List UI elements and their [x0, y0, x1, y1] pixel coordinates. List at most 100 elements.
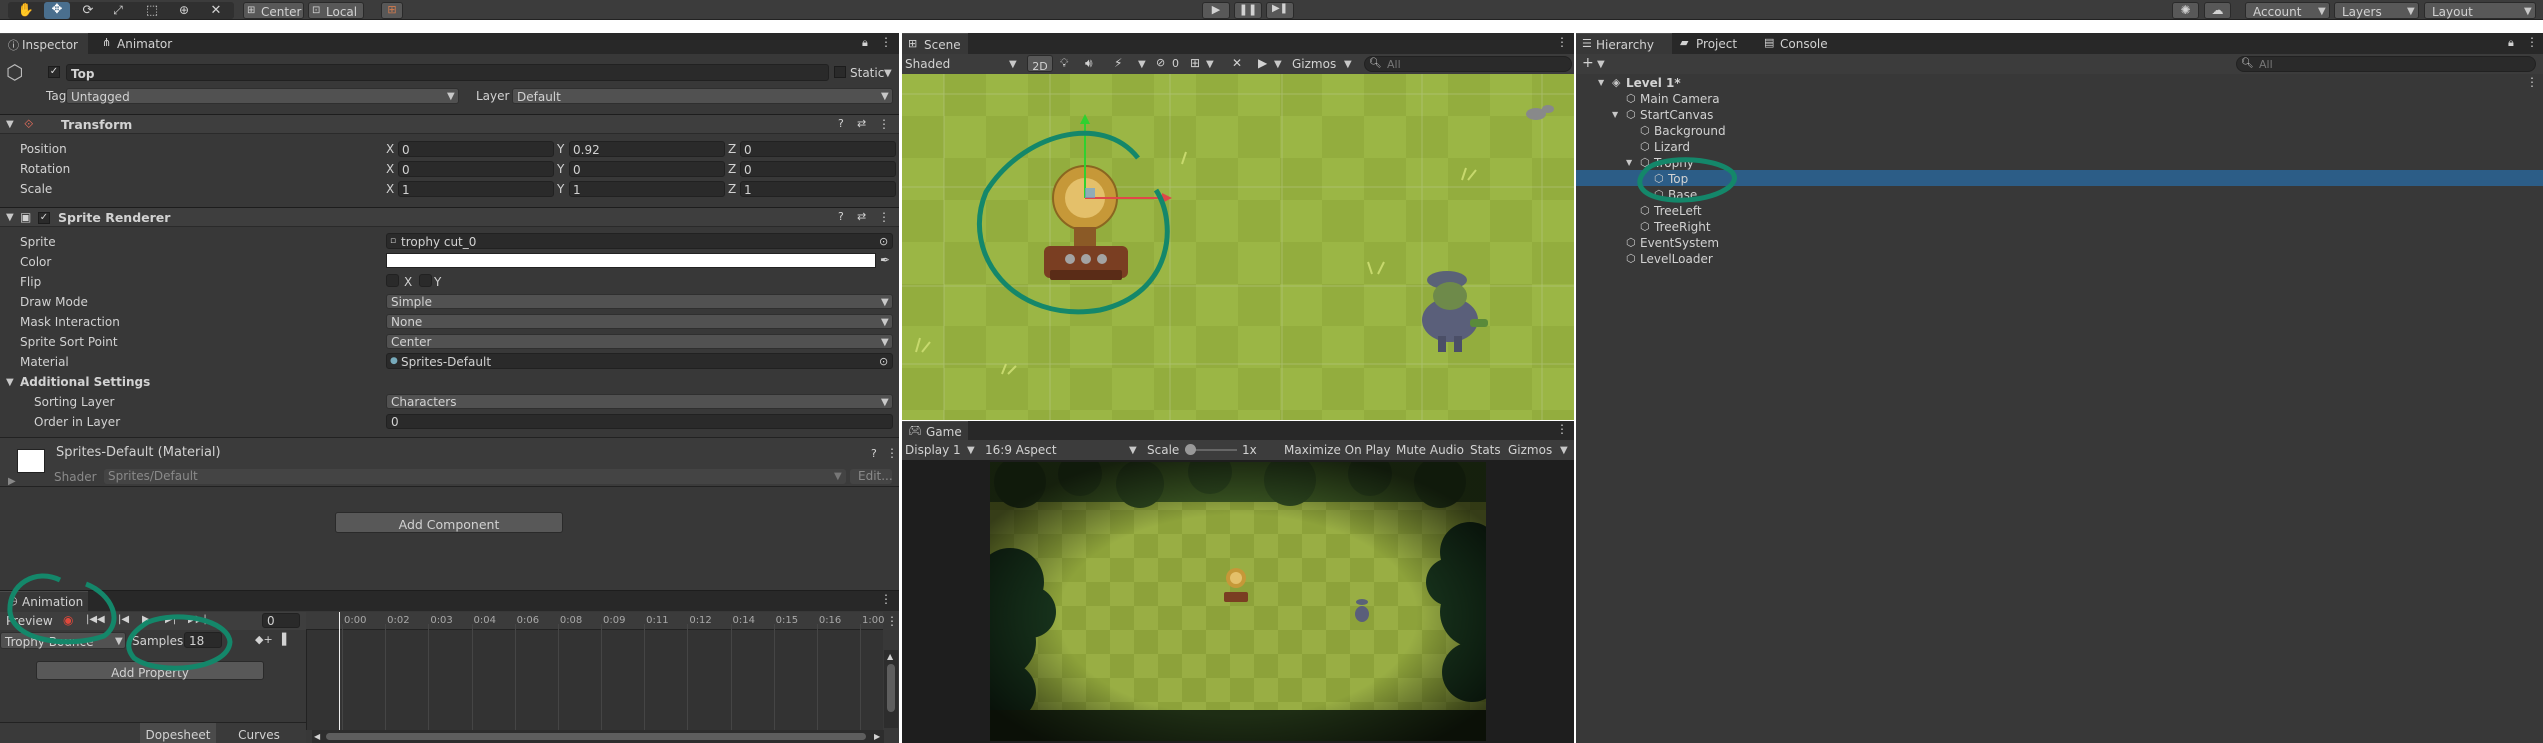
custom-tool-icon[interactable]: ✕: [204, 3, 228, 18]
chevron-down-icon[interactable]: ▼: [1274, 59, 1282, 70]
pause-button[interactable]: ❚❚: [1234, 2, 1262, 19]
transform-x-field[interactable]: 0: [398, 141, 554, 157]
move-tool-icon[interactable]: ✥: [44, 2, 70, 19]
transform-z-field[interactable]: 0: [740, 141, 896, 157]
tag-dropdown[interactable]: Untagged ▼: [66, 88, 459, 104]
more-menu-icon[interactable]: ⋮: [880, 35, 892, 49]
lock-icon[interactable]: 🔒︎: [2508, 36, 2514, 50]
hierarchy-item[interactable]: LevelLoader: [1640, 253, 1713, 265]
mask-interaction-dropdown[interactable]: None ▼: [386, 314, 893, 329]
hierarchy-item[interactable]: Main Camera: [1640, 93, 1720, 105]
sort-point-dropdown[interactable]: Center ▼: [386, 334, 893, 349]
more-menu-icon[interactable]: ⋮: [1556, 35, 1568, 49]
tab-inspector[interactable]: ⓘ Inspector: [0, 33, 88, 54]
tab-game[interactable]: 🎮︎ Game: [902, 421, 968, 440]
transform-z-field[interactable]: 0: [740, 161, 896, 177]
static-checkbox[interactable]: [834, 66, 846, 78]
transform-y-field[interactable]: 0: [569, 161, 725, 177]
mute-audio-toggle[interactable]: Mute Audio: [1396, 444, 1464, 456]
timeline-scrollbar-v[interactable]: ▲: [884, 650, 898, 728]
scroll-thumb[interactable]: [887, 664, 895, 712]
add-keyframe-icon[interactable]: ◆+: [255, 633, 273, 646]
layer-dropdown[interactable]: Default ▼: [512, 88, 893, 104]
layers-dropdown[interactable]: Layers ▼: [2334, 2, 2419, 19]
eyedropper-icon[interactable]: ✒: [880, 253, 890, 267]
foldout-arrow-icon[interactable]: ▶: [8, 476, 16, 487]
scroll-up-icon[interactable]: ▲: [887, 652, 893, 661]
foldout-arrow-icon[interactable]: ▼: [1612, 110, 1618, 119]
component-enabled-checkbox[interactable]: ✓: [38, 212, 50, 224]
game-viewport[interactable]: [990, 462, 1486, 741]
transform-header[interactable]: ▼ ⟐ Transform ? ⇄ ⋮: [0, 114, 899, 134]
timeline-scrollbar-h[interactable]: ◀ ▶: [312, 730, 884, 743]
additional-settings-label[interactable]: Additional Settings: [20, 376, 150, 388]
add-event-icon[interactable]: ▌: [282, 633, 290, 646]
scroll-thumb-h[interactable]: [326, 733, 866, 740]
help-icon[interactable]: ?: [838, 210, 844, 223]
order-in-layer-field[interactable]: 0: [386, 414, 893, 429]
color-field[interactable]: [386, 253, 876, 268]
rect-tool-icon[interactable]: ⬚: [140, 3, 164, 18]
transform-y-field[interactable]: 0.92: [569, 141, 725, 157]
hierarchy-item[interactable]: EventSystem: [1640, 237, 1719, 249]
more-menu-icon[interactable]: ⋮: [2526, 75, 2538, 89]
tab-console[interactable]: ▤ Console: [1760, 33, 1840, 54]
sprite-renderer-header[interactable]: ▼ ▣ ✓ Sprite Renderer ? ⇄ ⋮: [0, 207, 899, 227]
more-menu-icon[interactable]: ⋮: [880, 592, 892, 606]
foldout-arrow-icon[interactable]: ▼: [6, 377, 14, 388]
foldout-arrow-icon[interactable]: ▼: [6, 119, 14, 130]
stats-toggle[interactable]: Stats: [1470, 444, 1501, 456]
pivot-toggle[interactable]: ⊞ Center: [243, 2, 304, 19]
scroll-left-icon[interactable]: ◀: [314, 732, 320, 741]
object-picker-icon[interactable]: ⊙: [879, 355, 888, 368]
hierarchy-item[interactable]: Level 1*: [1626, 77, 1681, 89]
audio-icon[interactable]: 🔊︎: [1085, 56, 1093, 71]
cloud-icon[interactable]: ☁: [2204, 2, 2231, 19]
account-dropdown[interactable]: Account ▼: [2245, 2, 2330, 19]
draw-mode-dropdown[interactable]: Simple ▼: [386, 294, 893, 309]
add-component-button[interactable]: Add Component: [335, 512, 563, 533]
chevron-down-icon[interactable]: ▼: [884, 68, 892, 79]
mode-2d-toggle[interactable]: 2D: [1027, 55, 1053, 72]
scene-viewport[interactable]: [902, 74, 1574, 420]
transform-z-field[interactable]: 1: [740, 181, 896, 197]
flip-x-checkbox[interactable]: [386, 274, 399, 287]
transform-tool-icon[interactable]: ⊕: [172, 3, 196, 18]
tab-hierarchy[interactable]: ☰ Hierarchy: [1576, 33, 1672, 54]
lighting-icon[interactable]: 💡︎: [1060, 56, 1068, 71]
tab-animator[interactable]: ⋔ Animator: [92, 33, 182, 54]
gizmos-dropdown[interactable]: Gizmos ▼: [1288, 56, 1356, 72]
playhead[interactable]: [339, 612, 340, 730]
hierarchy-item[interactable]: Background: [1654, 125, 1726, 137]
shading-dropdown[interactable]: Shaded ▼: [903, 56, 1020, 72]
hierarchy-item[interactable]: TreeRight: [1654, 221, 1711, 233]
material-object-field[interactable]: ● Sprites-Default ⊙: [386, 353, 893, 369]
maximize-on-play-toggle[interactable]: Maximize On Play: [1284, 444, 1391, 456]
hierarchy-item[interactable]: StartCanvas: [1640, 109, 1713, 121]
scale-tool-icon[interactable]: ⤢: [106, 3, 130, 18]
preset-icon[interactable]: ⇄: [857, 210, 866, 223]
grid-snap-button[interactable]: ⊞: [381, 2, 403, 19]
dopesheet-tab[interactable]: Dopesheet: [140, 723, 216, 743]
foldout-arrow-icon[interactable]: ▼: [1598, 78, 1604, 87]
add-icon[interactable]: +: [1582, 55, 1594, 71]
chevron-down-icon[interactable]: ▼: [1206, 59, 1214, 70]
foldout-arrow-icon[interactable]: ▼: [6, 212, 14, 223]
more-menu-icon[interactable]: ⋮: [886, 446, 898, 460]
curves-tab[interactable]: Curves: [224, 723, 294, 743]
effects-icon[interactable]: ⚡︎: [1114, 56, 1122, 70]
hierarchy-search-input[interactable]: 🔍︎ All: [2236, 56, 2536, 72]
more-menu-icon[interactable]: ⋮: [878, 210, 890, 224]
game-gizmos-dropdown[interactable]: Gizmos ▼: [1506, 441, 1572, 459]
tools-icon[interactable]: ✕: [1232, 56, 1242, 70]
rotate-tool-icon[interactable]: ⟳: [76, 3, 100, 18]
object-name-field[interactable]: Top: [66, 64, 829, 81]
collab-icon[interactable]: ✺: [2172, 2, 2199, 19]
flip-y-checkbox[interactable]: [419, 274, 432, 287]
preset-icon[interactable]: ⇄: [857, 117, 866, 130]
more-menu-icon[interactable]: ⋮: [2526, 35, 2538, 49]
space-toggle[interactable]: ⊡ Local: [308, 2, 364, 19]
scroll-right-icon[interactable]: ▶: [874, 732, 880, 741]
object-picker-icon[interactable]: ⊙: [879, 235, 888, 248]
hand-tool-icon[interactable]: ✋: [14, 3, 38, 18]
